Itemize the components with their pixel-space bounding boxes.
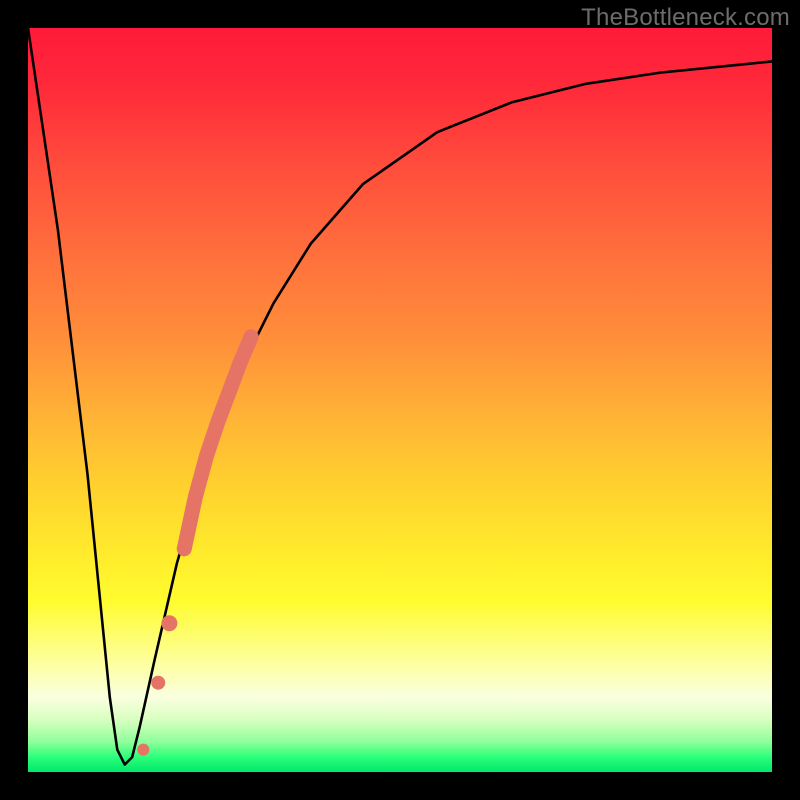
emphasis-dot (151, 676, 165, 690)
chart-svg (28, 28, 772, 772)
emphasis-dot-group (137, 337, 251, 756)
emphasis-dot (137, 744, 149, 756)
emphasis-dot (161, 615, 177, 631)
chart-frame: TheBottleneck.com (0, 0, 800, 800)
plot-area (28, 28, 772, 772)
watermark-text: TheBottleneck.com (581, 4, 790, 32)
emphasis-thick-segment (184, 337, 251, 549)
bottleneck-curve-path (28, 28, 772, 765)
